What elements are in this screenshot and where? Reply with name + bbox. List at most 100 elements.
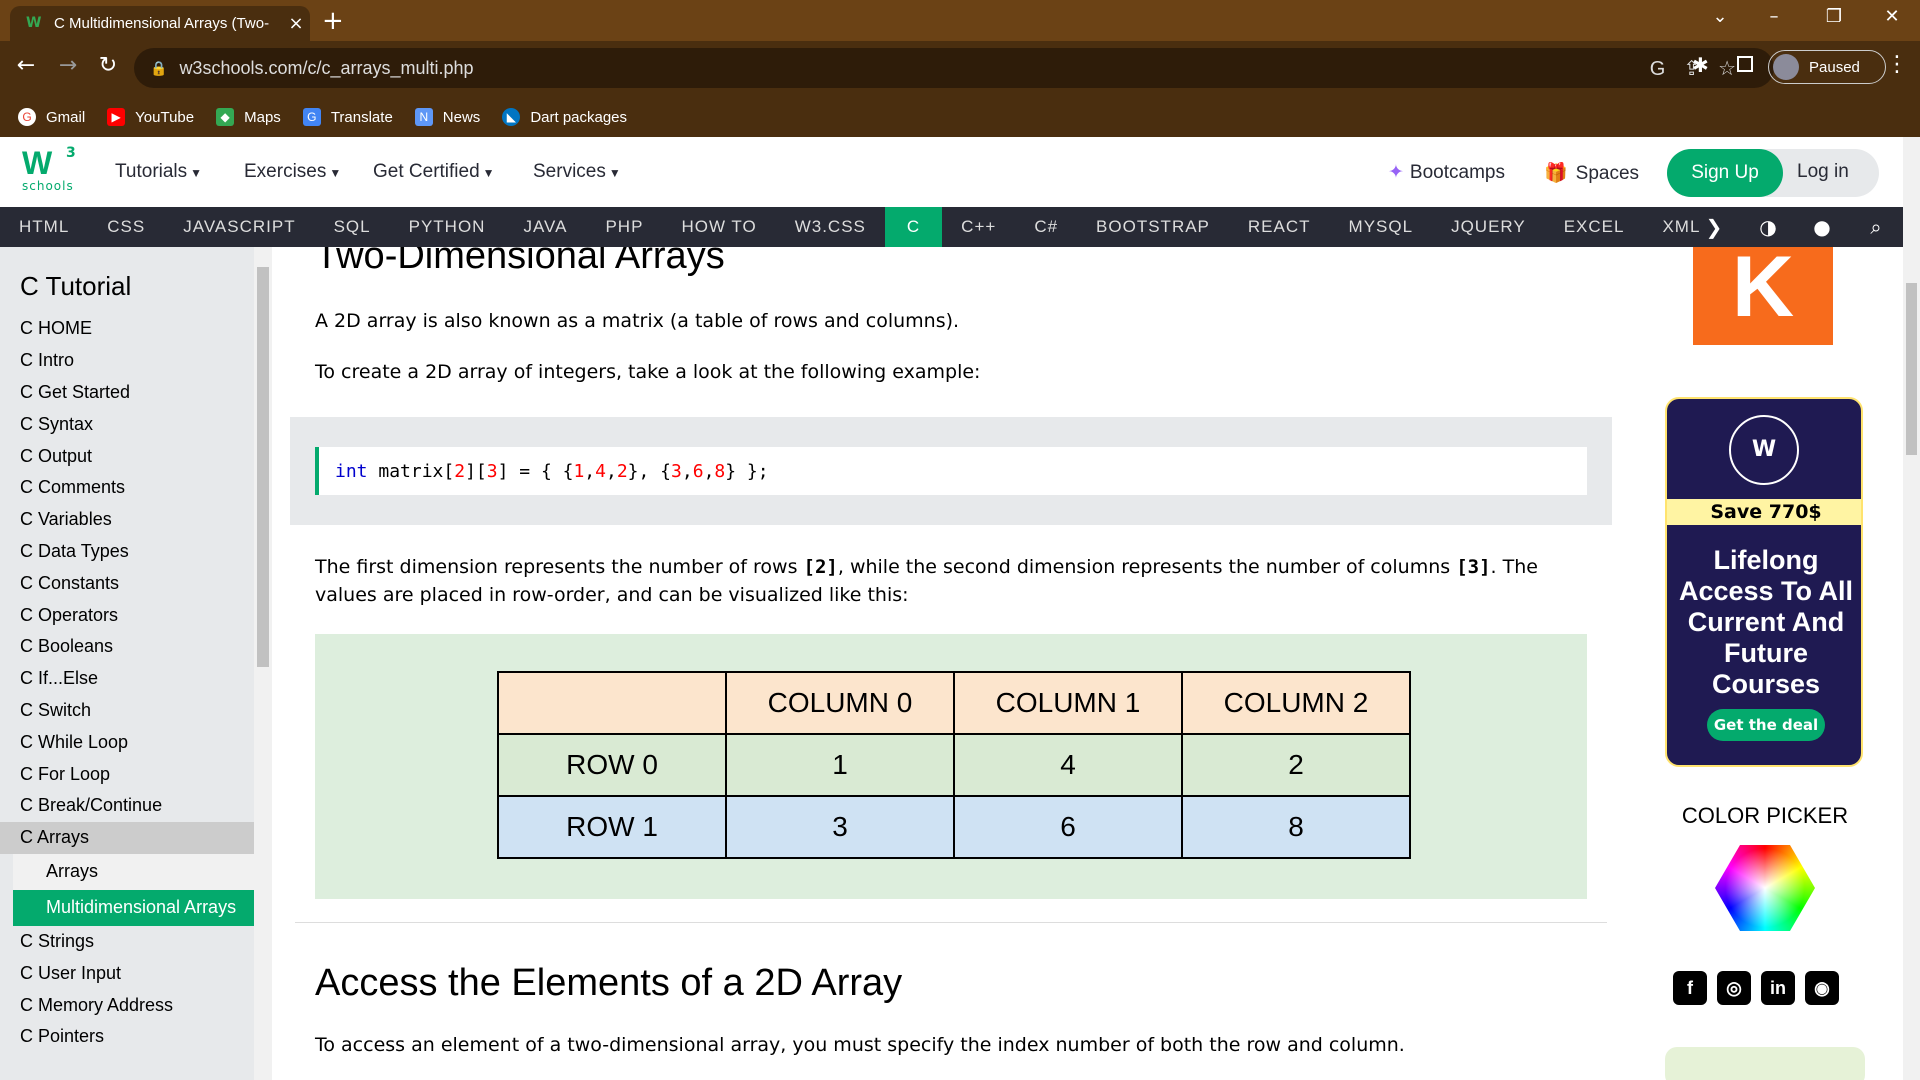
sidebar-item-c-booleans[interactable]: C Booleans [0,631,254,663]
sidebar-item-c-constants[interactable]: C Constants [0,567,254,599]
sidebar-item-c-for-loop[interactable]: C For Loop [0,758,254,790]
topic-cpp[interactable]: C++ [942,207,1015,247]
topic-css[interactable]: CSS [88,207,164,247]
bookmark-dart-packages[interactable]: ◣ Dart packages [502,108,627,126]
log-in-button[interactable]: Log in [1797,161,1849,183]
tab-search-icon[interactable]: ⌄ [1700,6,1740,27]
topic-bootstrap[interactable]: BOOTSTRAP [1077,207,1229,247]
row-header: ROW 1 [497,795,727,859]
sidebar-item-c-arrays[interactable]: C Arrays [0,821,254,854]
spaces-link[interactable]: 🎁 Spaces [1544,161,1639,185]
bookmark-maps[interactable]: ◆ Maps [216,108,281,126]
caret-down-icon: ▼ [190,166,203,180]
chrome-menu-icon[interactable]: ⋮ [1886,52,1908,77]
profile-button[interactable]: Paused [1768,50,1886,84]
sidebar-item-c-data-types[interactable]: C Data Types [0,536,254,568]
side-panel-icon[interactable] [1737,56,1753,72]
sidebar-subitem-multidimensional-arrays[interactable]: Multidimensional Arrays [13,889,254,926]
sidebar-item-c-pointers[interactable]: C Pointers [0,1021,254,1053]
topic-sql[interactable]: SQL [315,207,390,247]
topic-mysql[interactable]: MYSQL [1330,207,1433,247]
ad-banner-bottom[interactable] [1665,1047,1865,1080]
bookmark-youtube[interactable]: ▶ YouTube [107,108,194,126]
instagram-icon[interactable]: ◎ [1717,971,1751,1005]
sidebar-item-c-memory-address[interactable]: C Memory Address [0,989,254,1021]
sidebar-item-c-syntax[interactable]: C Syntax [0,408,254,440]
extensions-icon[interactable]: ✱ [1692,53,1709,77]
search-icon[interactable]: ⌕ [1849,215,1903,239]
page-scroll-thumb[interactable] [1906,283,1917,455]
caret-down-icon: ▼ [608,166,621,180]
new-tab-button[interactable]: + [322,6,344,36]
sidebar-item-c-home[interactable]: C HOME [0,313,254,345]
minimize-button[interactable]: – [1754,6,1794,27]
browser-tab[interactable]: W C Multidimensional Arrays (Two- × [10,6,310,41]
table-cell: 3 [725,795,955,859]
restore-button[interactable]: ❐ [1814,6,1854,27]
close-tab-icon[interactable]: × [282,13,310,34]
sidebar-item-c-comments[interactable]: C Comments [0,472,254,504]
reload-button[interactable]: ↻ [92,53,124,78]
close-window-button[interactable]: ✕ [1872,6,1912,27]
main-content: Two-Dimensional Arrays A 2D array is als… [272,247,1627,1080]
discord-icon[interactable]: ◉ [1805,971,1839,1005]
nav-services[interactable]: Services ▼ [533,161,621,183]
toolbar: ← → ↻ 🔒 w3schools.com/c/c_arrays_multi.p… [0,41,1920,97]
promo-ad[interactable]: W Save 770$ Lifelong Access To All Curre… [1665,397,1863,767]
sidebar-item-c-while-loop[interactable]: C While Loop [0,726,254,758]
globe-icon[interactable]: ● [1795,215,1849,239]
get-deal-button[interactable]: Get the deal [1707,709,1825,741]
table-cell: 8 [1181,795,1411,859]
topic-php[interactable]: PHP [586,207,662,247]
sidebar-item-c-get-started[interactable]: C Get Started [0,377,254,409]
sidebar-scrollbar[interactable] [254,247,272,1080]
sign-up-button[interactable]: Sign Up [1667,149,1783,197]
topic-react[interactable]: REACT [1229,207,1330,247]
url-text: w3schools.com/c/c_arrays_multi.php [179,57,474,78]
contrast-icon[interactable]: ◑ [1741,215,1795,239]
topic-java[interactable]: JAVA [504,207,586,247]
topic-jquery[interactable]: JQUERY [1432,207,1545,247]
forward-button[interactable]: → [52,53,84,78]
topic-python[interactable]: PYTHON [390,207,505,247]
sidebar-item-c-output[interactable]: C Output [0,440,254,472]
sidebar-item-c-if-else[interactable]: C If...Else [0,663,254,695]
sidebar-item-c-intro[interactable]: C Intro [0,345,254,377]
topic-c[interactable]: C [884,207,943,247]
topic-how-to[interactable]: HOW TO [662,207,775,247]
page-scrollbar[interactable] [1903,137,1920,1080]
ad-banner[interactable]: K [1693,247,1833,345]
topic-csharp[interactable]: C# [1015,207,1077,247]
sidebar-subitem-arrays[interactable]: Arrays [13,853,254,890]
code-example: int matrix[2][3] = { {1, 4, 2}, {3, 6, 8… [315,447,1587,495]
linkedin-icon[interactable]: in [1761,971,1795,1005]
bookmark-news[interactable]: N News [414,108,480,126]
sidebar-item-c-variables[interactable]: C Variables [0,504,254,536]
sidebar-item-c-strings[interactable]: C Strings [0,926,254,958]
topic-excel[interactable]: EXCEL [1545,207,1644,247]
color-wheel-icon[interactable] [1715,845,1815,931]
nav-exercises[interactable]: Exercises ▼ [244,161,341,183]
nav-get-certified[interactable]: Get Certified ▼ [373,161,495,183]
sidebar-scroll-thumb[interactable] [257,267,269,667]
chevron-right-icon[interactable]: ❯ [1687,215,1741,239]
topic-javascript[interactable]: JAVASCRIPT [164,207,314,247]
nav-tutorials[interactable]: Tutorials ▼ [115,161,202,183]
table-row: ROW 0 1 4 2 [497,733,1411,797]
w3schools-seal-icon: W [1729,415,1799,485]
bootcamps-link[interactable]: ✦ Bootcamps [1388,161,1505,184]
bookmark-translate[interactable]: G Translate [302,108,393,126]
back-button[interactable]: ← [10,53,42,78]
gift-icon: 🎁 [1544,163,1568,184]
topic-w3css[interactable]: W3.CSS [776,207,885,247]
sidebar-item-c-break-continue[interactable]: C Break/Continue [0,790,254,822]
topic-html[interactable]: HTML [0,207,88,247]
bookmark-gmail[interactable]: G Gmail [18,108,85,126]
w3schools-logo[interactable]: W 3 schools [22,145,78,199]
social-links: f ◎ in ◉ [1673,971,1849,1005]
facebook-icon[interactable]: f [1673,971,1707,1005]
sidebar-item-c-user-input[interactable]: C User Input [0,957,254,989]
sidebar-item-c-switch[interactable]: C Switch [0,695,254,727]
address-bar[interactable]: 🔒 w3schools.com/c/c_arrays_multi.php G⇪☆ [134,48,1774,88]
sidebar-item-c-operators[interactable]: C Operators [0,599,254,631]
